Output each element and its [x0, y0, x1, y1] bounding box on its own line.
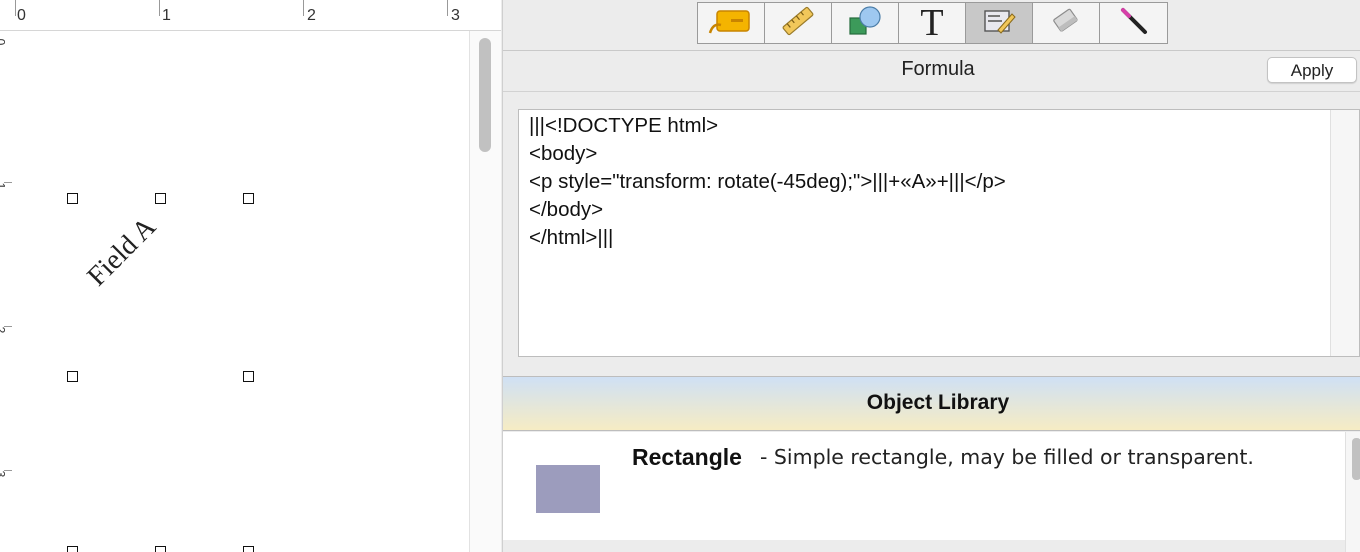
shapes-tool-icon [846, 4, 884, 43]
rectangle-preview-swatch[interactable] [536, 465, 600, 513]
ruler-label: 3 [0, 471, 7, 478]
tool-button-text[interactable]: T [899, 3, 966, 43]
apply-button[interactable]: Apply [1267, 57, 1357, 83]
ruler-tool-icon [780, 5, 816, 42]
resize-handle-top-right[interactable] [243, 193, 254, 204]
ruler-label: 0 [17, 7, 26, 24]
object-library-header: Object Library [503, 376, 1360, 431]
horizontal-ruler: 0 1 2 3 [0, 0, 501, 31]
tool-button-formula[interactable] [966, 3, 1033, 43]
resize-handle-top-center[interactable] [155, 193, 166, 204]
formula-editor-text[interactable]: |||<!DOCTYPE html> <body> <p style="tran… [529, 112, 1319, 252]
inspector-panel: T Formula Apply |||<!DOCTYPE html> <body… [502, 0, 1360, 552]
ruler-tick [15, 0, 16, 16]
ruler-tick [303, 0, 304, 16]
resize-handle-top-left[interactable] [67, 193, 78, 204]
tool-button-ruler[interactable] [765, 3, 832, 43]
resize-handle[interactable] [243, 546, 254, 552]
ruler-tick [447, 0, 448, 16]
canvas-scroll-thumb[interactable] [479, 38, 491, 152]
label-tool-icon [707, 5, 755, 42]
inspector-toolbar: T [697, 2, 1168, 44]
formula-section-title: Formula [901, 58, 975, 80]
object-library-title: Object Library [866, 391, 1010, 414]
text-tool-icon: T [920, 2, 944, 44]
ruler-label: 1 [0, 183, 7, 190]
eraser-tool-icon [1050, 5, 1082, 42]
field-a-text-object[interactable]: Field A [81, 212, 162, 293]
divider [503, 91, 1360, 92]
object-library-scroll-thumb[interactable] [1352, 438, 1360, 480]
formula-tool-icon [982, 6, 1016, 41]
layout-canvas-panel: 0 1 2 3 0 1 2 3 Field A [0, 0, 501, 552]
ruler-label: 2 [0, 327, 7, 334]
ruler-label: 1 [162, 7, 171, 24]
tool-button-magic-wand[interactable] [1100, 3, 1167, 43]
ruler-label: 0 [0, 39, 7, 46]
ruler-tick [159, 0, 160, 16]
vertical-ruler: 0 1 2 3 [0, 31, 12, 552]
resize-handle-bottom-left[interactable] [67, 371, 78, 382]
ruler-label: 2 [307, 7, 316, 24]
object-library-list: Rectangle - Simple rectangle, may be fil… [503, 432, 1345, 540]
formula-editor[interactable]: |||<!DOCTYPE html> <body> <p style="tran… [518, 109, 1360, 357]
tool-button-eraser[interactable] [1033, 3, 1100, 43]
magic-wand-tool-icon [1118, 5, 1150, 42]
ruler-label: 3 [451, 7, 460, 24]
formula-editor-scrollbar[interactable] [1330, 110, 1359, 356]
tool-button-shapes[interactable] [832, 3, 899, 43]
resize-handle-bottom-right[interactable] [243, 371, 254, 382]
resize-handle[interactable] [67, 546, 78, 552]
library-item-description: - Simple rectangle, may be filled or tra… [760, 445, 1254, 469]
divider [503, 50, 1360, 51]
resize-handle[interactable] [155, 546, 166, 552]
library-item-name: Rectangle [632, 444, 742, 470]
tool-button-label[interactable] [698, 3, 765, 43]
design-canvas[interactable]: Field A [12, 31, 469, 552]
